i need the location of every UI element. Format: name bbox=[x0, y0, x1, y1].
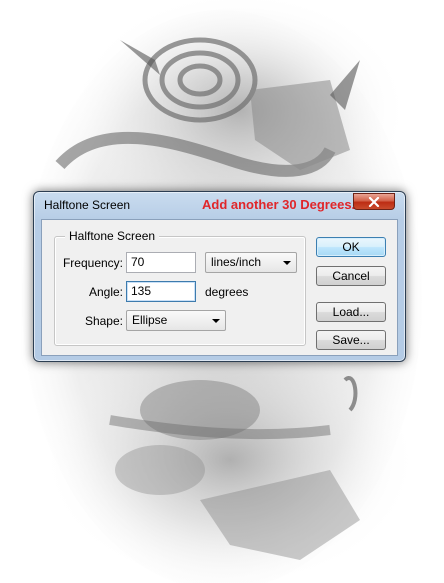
load-button[interactable]: Load... bbox=[316, 302, 386, 322]
frequency-unit-select[interactable]: lines/inch bbox=[205, 252, 297, 273]
group-legend: Halftone Screen bbox=[65, 229, 160, 243]
frequency-input[interactable]: 70 bbox=[126, 252, 196, 273]
dialog-title: Halftone Screen bbox=[44, 198, 131, 212]
title-bar[interactable]: Halftone Screen Add another 30 Degrees. bbox=[34, 192, 405, 218]
halftone-screen-dialog: Halftone Screen Add another 30 Degrees. … bbox=[33, 191, 406, 362]
angle-input[interactable]: 135 bbox=[126, 281, 196, 302]
close-button[interactable] bbox=[353, 193, 395, 210]
annotation-text: Add another 30 Degrees. bbox=[202, 197, 356, 212]
save-button[interactable]: Save... bbox=[316, 330, 386, 350]
ok-button[interactable]: OK bbox=[316, 237, 386, 257]
chevron-down-icon bbox=[212, 319, 220, 323]
dialog-body: Halftone Screen Frequency: 70 lines/inch… bbox=[41, 219, 398, 356]
angle-label: Angle: bbox=[88, 285, 123, 299]
close-icon bbox=[368, 197, 380, 207]
frequency-unit-value: lines/inch bbox=[211, 255, 262, 269]
angle-unit: degrees bbox=[205, 285, 249, 299]
cancel-button[interactable]: Cancel bbox=[316, 266, 386, 286]
frequency-label: Frequency: bbox=[62, 256, 123, 270]
shape-label: Shape: bbox=[84, 314, 123, 328]
halftone-group: Halftone Screen Frequency: 70 lines/inch… bbox=[54, 229, 306, 346]
shape-select[interactable]: Ellipse bbox=[126, 310, 226, 331]
shape-value: Ellipse bbox=[132, 313, 168, 327]
chevron-down-icon bbox=[283, 261, 291, 265]
